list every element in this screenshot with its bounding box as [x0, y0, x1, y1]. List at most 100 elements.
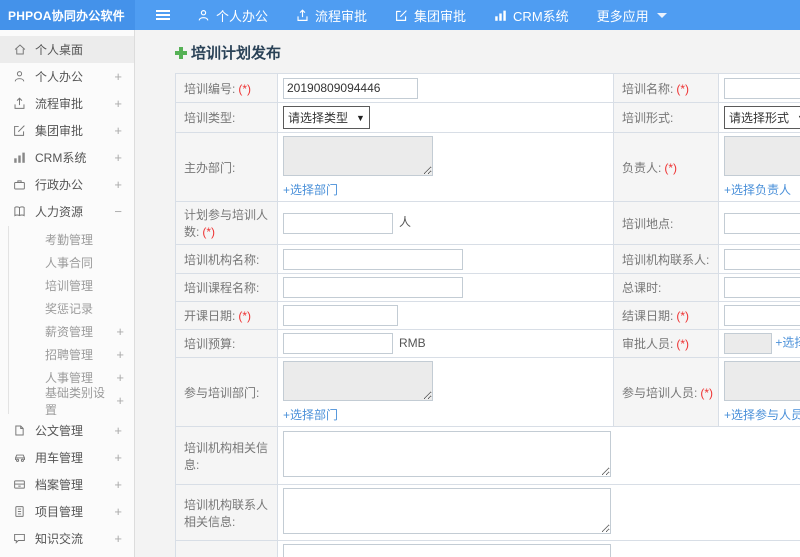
required-marker: (*)	[664, 160, 678, 175]
select-leader-link[interactable]: +选择负责人	[724, 181, 800, 198]
sidebar-subitem-label: 奖惩记录	[45, 302, 94, 316]
training-name-input[interactable]	[724, 77, 800, 99]
sidebar-item-group-approval[interactable]: 集团审批 +	[0, 117, 134, 144]
org-contact-input[interactable]	[724, 248, 800, 270]
field-label-cell: 负责人: (*)	[613, 132, 719, 202]
hamburger-menu-button[interactable]	[155, 0, 171, 30]
form-row: 培训编号:(*) 培训名称:(*)	[175, 73, 800, 103]
required-marker: (*)	[238, 309, 252, 323]
host-dept-textarea[interactable]	[283, 136, 433, 176]
expand-plus-icon[interactable]: +	[114, 123, 122, 138]
location-input[interactable]	[724, 212, 800, 234]
select-participants-link[interactable]: +选择参与人员	[724, 406, 800, 423]
sidebar-subitem-attendance[interactable]: 考勤管理	[9, 228, 134, 251]
sidebar-subitem-rewards[interactable]: 奖惩记录	[9, 297, 134, 320]
sidebar-subitem-recruit[interactable]: 招聘管理 +	[9, 343, 134, 366]
sidebar-item-vehicles[interactable]: 用车管理 +	[0, 444, 134, 471]
topbar: PHPOA协同办公软件 个人办公 流程审批 集团审批 CRM系统 更多应用	[0, 0, 800, 30]
field-label-cell: 总课时:	[613, 273, 719, 302]
expand-plus-icon[interactable]: +	[116, 370, 124, 385]
select-dept-link[interactable]: +选择部门	[283, 406, 608, 423]
org-name-input[interactable]	[283, 248, 463, 270]
form-row: 培训机构名称: 培训机构联系人:	[175, 244, 800, 274]
expand-plus-icon[interactable]: +	[114, 531, 122, 546]
select-arrow-icon: ▼	[356, 112, 365, 123]
sidebar-item-label: 行政办公	[35, 178, 84, 192]
required-marker: (*)	[238, 81, 252, 96]
expand-plus-icon[interactable]: +	[114, 450, 122, 465]
field-label-cell: 计划参与培训人数: (*)	[175, 201, 278, 245]
sidebar-item-label: 档案管理	[35, 478, 84, 492]
expand-plus-icon[interactable]: +	[114, 177, 122, 192]
sidebar-item-personal-office[interactable]: 个人办公 +	[0, 63, 134, 90]
sidebar-item-process-approval[interactable]: 流程审批 +	[0, 90, 134, 117]
sidebar-item-archives[interactable]: 档案管理 +	[0, 471, 134, 498]
expand-plus-icon[interactable]: +	[114, 96, 122, 111]
currency-label: RMB	[399, 335, 426, 350]
caret-down-icon	[656, 12, 667, 18]
nav-personal-office[interactable]: 个人办公	[197, 6, 268, 25]
sidebar-item-documents[interactable]: 公文管理 +	[0, 417, 134, 444]
collapse-minus-icon[interactable]: −	[114, 204, 122, 219]
join-dept-textarea[interactable]	[283, 361, 433, 401]
expand-plus-icon[interactable]: +	[116, 324, 124, 339]
nav-group-approval[interactable]: 集团审批	[395, 6, 466, 25]
join-people-textarea[interactable]	[724, 361, 800, 401]
training-type-select[interactable]: 请选择类型 ▼	[283, 106, 370, 129]
bar-chart-icon	[494, 9, 507, 22]
expand-plus-icon[interactable]: +	[114, 150, 122, 165]
sidebar-item-desktop[interactable]: 个人桌面	[0, 36, 134, 63]
nav-more-apps[interactable]: 更多应用	[597, 6, 667, 25]
archive-icon	[12, 478, 27, 491]
course-name-input[interactable]	[283, 277, 463, 298]
end-date-input[interactable]	[724, 305, 800, 326]
form-row: 培训课程名称: 总课时:	[175, 273, 800, 302]
sidebar-item-hr[interactable]: 人力资源 −	[0, 198, 134, 225]
field-label-cell: 培训机构相关信息:	[175, 426, 278, 485]
field-label-cell: 培训机构联系人:	[613, 244, 719, 274]
notebook-icon	[12, 505, 27, 518]
field-label-cell: 培训机构名称:	[175, 244, 278, 274]
field-label-cell: 开课日期: (*)	[175, 301, 278, 330]
training-plan-form: 培训编号:(*) 培训名称:(*) 培训类型: 请选择类型▼ 培训形式: 请选择…	[175, 73, 800, 557]
sidebar-subitem-hr-contract[interactable]: 人事合同	[9, 251, 134, 274]
sidebar-item-knowledge[interactable]: 知识交流 +	[0, 525, 134, 552]
field-label-cell: 培训预算:	[175, 329, 278, 358]
nav-crm-system[interactable]: CRM系统	[494, 6, 569, 25]
approver-input[interactable]	[724, 333, 772, 354]
required-marker: (*)	[700, 385, 714, 400]
budget-input[interactable]	[283, 333, 393, 354]
sidebar-subitem-training[interactable]: 培训管理	[9, 274, 134, 297]
training-no-input[interactable]	[283, 77, 418, 99]
nav-process-approval[interactable]: 流程审批	[296, 6, 367, 25]
start-date-input[interactable]	[283, 305, 398, 326]
edit-icon	[395, 9, 408, 22]
training-format-select[interactable]: 请选择形式▼	[724, 106, 800, 129]
expand-plus-icon[interactable]: +	[114, 477, 122, 492]
people-count-input[interactable]	[283, 212, 393, 234]
document-icon	[12, 424, 27, 437]
sidebar-item-admin-office[interactable]: 行政办公 +	[0, 171, 134, 198]
field-label-cell: 参与培训人员: (*)	[613, 357, 719, 427]
select-approver-link[interactable]: +选择审批人员	[775, 336, 800, 350]
leader-textarea[interactable]	[724, 136, 800, 176]
expand-plus-icon[interactable]: +	[116, 347, 124, 362]
sidebar-subitem-base-category[interactable]: 基础类别设置 +	[9, 386, 134, 417]
form-row: 主办部门: +选择部门 负责人: (*) +选择负责人	[175, 132, 800, 202]
required-marker: (*)	[676, 309, 690, 323]
sidebar-item-label: 集团审批	[35, 124, 84, 138]
sidebar-subitem-salary[interactable]: 薪资管理 +	[9, 320, 134, 343]
sidebar-item-projects[interactable]: 项目管理 +	[0, 498, 134, 525]
expand-plus-icon[interactable]: +	[114, 423, 122, 438]
field-label-cell: 培训地点:	[613, 201, 719, 245]
expand-plus-icon[interactable]: +	[114, 504, 122, 519]
org-info-textarea[interactable]	[283, 431, 611, 477]
select-dept-link[interactable]: +选择部门	[283, 181, 608, 198]
contact-info-textarea[interactable]	[283, 488, 611, 534]
required-marker: (*)	[202, 225, 216, 239]
requirements-textarea[interactable]	[283, 544, 611, 557]
expand-plus-icon[interactable]: +	[114, 69, 122, 84]
sidebar-item-crm[interactable]: CRM系统 +	[0, 144, 134, 171]
total-hours-input[interactable]	[724, 277, 800, 298]
expand-plus-icon[interactable]: +	[116, 393, 124, 408]
